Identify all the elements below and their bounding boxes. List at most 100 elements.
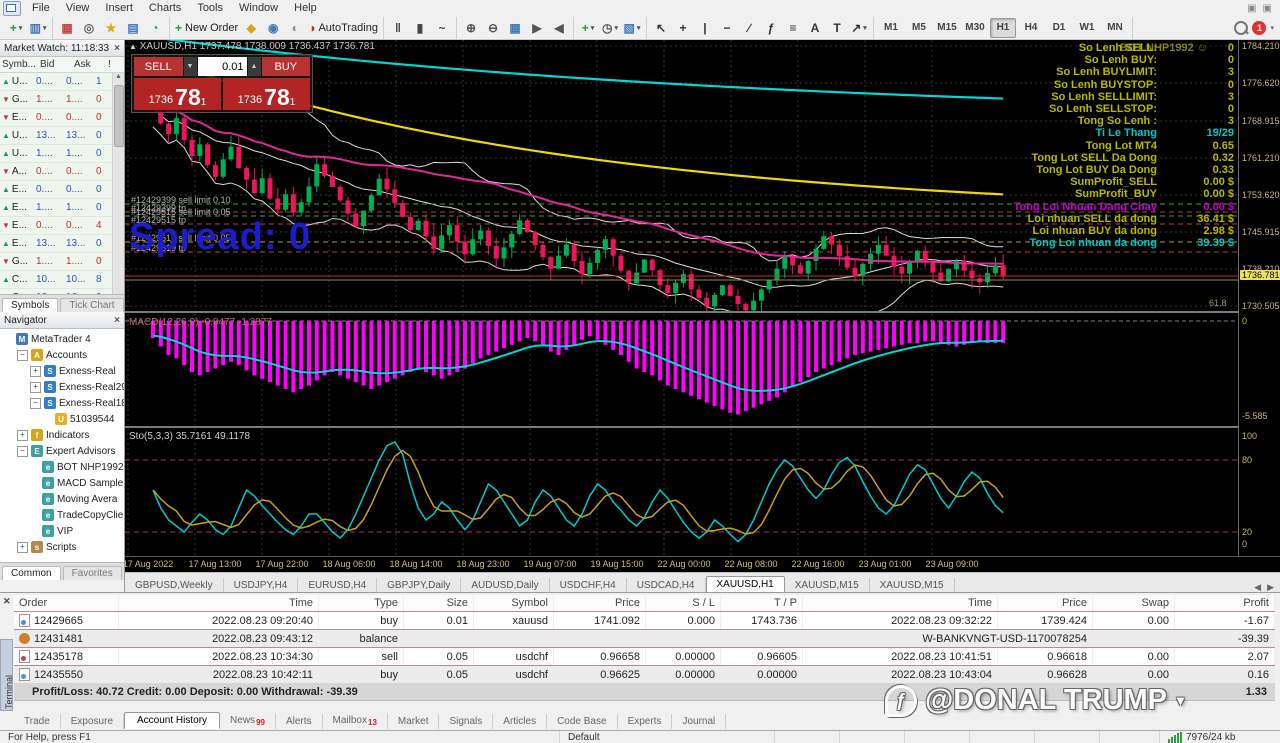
terminal-tab-articles[interactable]: Articles — [493, 714, 548, 729]
cursor-button[interactable]: ↖ — [651, 18, 671, 38]
data-window-toggle[interactable]: ◎ — [79, 18, 99, 38]
timeframe-m15[interactable]: M15 — [934, 18, 960, 38]
strategy-tester-toggle[interactable]: ◔ — [145, 18, 165, 38]
timeframe-d1[interactable]: D1 — [1046, 18, 1072, 38]
dropdown-icon[interactable]: ▣ — [1263, 3, 1272, 14]
terminal-tab-code-base[interactable]: Code Base — [547, 714, 618, 729]
terminal-toggle[interactable]: ▤ — [123, 18, 143, 38]
text-button[interactable]: A — [805, 18, 825, 38]
market-watch-row[interactable]: ▼ G... 1.... 1.... 0 — [0, 91, 124, 109]
column-header-price[interactable]: Price — [554, 595, 646, 611]
fibonacci-button[interactable]: ƒ — [761, 18, 781, 38]
chart-tab-xauusd-m15[interactable]: XAUUSD,M15 — [784, 578, 870, 593]
chart-tab-gbpjpy-daily[interactable]: GBPJPY,Daily — [377, 578, 462, 593]
nav-item-metatrader-4[interactable]: M MetaTrader 4 — [0, 331, 124, 347]
dropdown-icon[interactable]: ▾ — [591, 24, 595, 32]
column-header-symbol[interactable]: Symbol — [474, 595, 554, 611]
dropdown-icon[interactable]: ▾ — [19, 24, 23, 32]
market-watch-row[interactable]: ▲ E... 1.... 1.... 0 — [0, 199, 124, 217]
nav-item-accounts[interactable]: − A Accounts — [0, 347, 124, 363]
timeframe-w1[interactable]: W1 — [1074, 18, 1100, 38]
crosshair-button[interactable]: + — [673, 18, 693, 38]
dropdown-icon[interactable]: ▾ — [637, 24, 641, 32]
terminal-tab-trade[interactable]: Trade — [14, 714, 61, 729]
mw-tab-symbols[interactable]: Symbols — [2, 298, 59, 312]
chart-tab-audusd-daily[interactable]: AUDUSD,Daily — [461, 578, 550, 593]
periods-button[interactable]: ◷ ▾ — [600, 18, 620, 38]
nav-item-exness-real18[interactable]: − S Exness-Real18 — [0, 395, 124, 411]
menu-help[interactable]: Help — [286, 1, 325, 15]
window-icon[interactable]: ▣ — [1247, 3, 1256, 14]
terminal-tab-account-history[interactable]: Account History — [124, 712, 221, 729]
lot-increase-button[interactable]: ▲ — [247, 57, 261, 76]
nav-item-bot-nhp1992[interactable]: e BOT NHP1992 — [0, 459, 124, 475]
zoom-in-button[interactable]: ⊕ — [461, 18, 481, 38]
indicators-button[interactable]: + ▾ — [578, 18, 598, 38]
zoom-out-button[interactable]: ⊖ — [483, 18, 503, 38]
sell-price-display[interactable]: 1736 78 1 — [134, 78, 221, 110]
navigator-toggle[interactable]: ★ — [101, 18, 121, 38]
menu-window[interactable]: Window — [231, 1, 286, 15]
expand-icon[interactable]: + — [30, 381, 41, 393]
terminal-close-icon[interactable]: ✕ — [3, 596, 11, 607]
nav-item-exness-real[interactable]: + S Exness-Real — [0, 363, 124, 379]
nav-tab-common[interactable]: Common — [2, 566, 61, 580]
toolbar-overflow-icon[interactable]: ▾ — [1270, 24, 1274, 32]
nav-item-indicators[interactable]: + f Indicators — [0, 427, 124, 443]
column-header-order[interactable]: Order — [14, 595, 119, 611]
chart-tab-eurusd-h4[interactable]: EURUSD,H4 — [298, 578, 378, 593]
timeframe-m30[interactable]: M30 — [962, 18, 988, 38]
market-watch-row[interactable]: ▼ E... 0.... 0.... 4 — [0, 217, 124, 235]
chart-tab-xauusd-h1[interactable]: XAUUSD,H1 — [705, 576, 785, 593]
terminal-tab-alerts[interactable]: Alerts — [276, 714, 323, 729]
timeframe-h4[interactable]: H4 — [1018, 18, 1044, 38]
nav-item-macd-sample[interactable]: e MACD Sample — [0, 475, 124, 491]
market-watch-toggle[interactable]: ▦ — [57, 18, 77, 38]
lot-decrease-button[interactable]: ▼ — [183, 57, 197, 76]
auto-scroll-button[interactable]: ▶ — [527, 18, 547, 38]
buy-price-display[interactable]: 1736 78 1 — [223, 78, 310, 110]
sell-button[interactable]: SELL — [134, 57, 183, 76]
terminal-tab-experts[interactable]: Experts — [618, 714, 673, 729]
pane-separator[interactable] — [125, 311, 1280, 313]
experts-button[interactable]: ◉ — [263, 18, 283, 38]
terminal-tab-journal[interactable]: Journal — [672, 714, 727, 729]
column-header-swap[interactable]: Swap — [1093, 595, 1175, 611]
market-watch-scrollbar[interactable]: ▲ — [112, 73, 124, 294]
profiles-button[interactable]: ▥ ▾ — [28, 18, 48, 38]
chart-tab-gbpusd-weekly[interactable]: GBPUSD,Weekly — [125, 578, 224, 593]
column-header-time[interactable]: Time — [119, 595, 319, 611]
nav-tab-favorites[interactable]: Favorites — [62, 566, 122, 580]
chart-tab-usdcad-h4[interactable]: USDCAD,H4 — [626, 578, 706, 593]
metaeditor-button[interactable]: ◆ — [241, 18, 261, 38]
column-header-sl[interactable]: S / L — [646, 595, 721, 611]
nav-item-tradecopyclie[interactable]: e TradeCopyClie — [0, 507, 124, 523]
nav-item-51039544[interactable]: U 51039544 — [0, 411, 124, 427]
search-icon[interactable] — [1234, 20, 1249, 35]
chart-area[interactable]: ▲ XAUUSD,H1 1737.478 1738.009 1736.437 1… — [125, 40, 1280, 572]
nav-item-vip[interactable]: e VIP — [0, 523, 124, 539]
column-header-tp[interactable]: T / P — [721, 595, 803, 611]
buy-button[interactable]: BUY — [261, 57, 310, 76]
timeframe-m1[interactable]: M1 — [878, 18, 904, 38]
menu-view[interactable]: View — [58, 1, 98, 15]
dropdown-icon[interactable]: ▾ — [614, 24, 618, 32]
market-watch-row[interactable]: ▲ E... 0.... 0.... 0 — [0, 181, 124, 199]
nav-item-exness-real29[interactable]: + S Exness-Real29 — [0, 379, 124, 395]
market-watch-row[interactable]: ▼ E... 0.... 0.... 0 — [0, 109, 124, 127]
market-watch-row[interactable]: ▼ G... 1.... 1.... 0 — [0, 253, 124, 271]
collapse-icon[interactable]: − — [17, 349, 28, 361]
nav-item-expert-advisors[interactable]: − E Expert Advisors — [0, 443, 124, 459]
terminal-tab-mailbox[interactable]: Mailbox 13 — [323, 713, 388, 729]
trendline-button[interactable]: ∕ — [739, 18, 759, 38]
expand-icon[interactable]: + — [17, 429, 28, 441]
market-watch-row[interactable]: ▲G...16...16...0 — [0, 289, 124, 294]
arrows-button[interactable]: ↗ ▾ — [849, 18, 869, 38]
mw-col-2[interactable]: Ask — [72, 59, 106, 70]
terminal-tab-exposure[interactable]: Exposure — [61, 714, 125, 729]
table-row[interactable]: 12435178 2022.08.23 10:34:30 sell 0.05 usdch… — [14, 648, 1275, 666]
lot-size-input[interactable] — [197, 57, 247, 76]
bar-chart-button[interactable]: ‖ — [388, 18, 408, 38]
menu-tools[interactable]: Tools — [189, 1, 231, 15]
horizontal-line-button[interactable]: − — [717, 18, 737, 38]
